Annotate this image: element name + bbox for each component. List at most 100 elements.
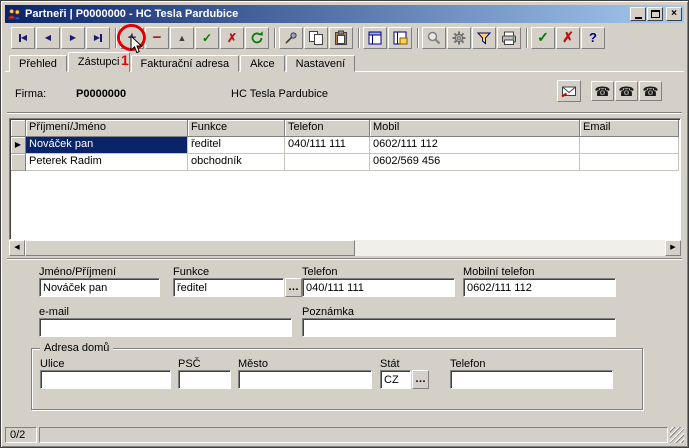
- titlebar[interactable]: Partneři | P0000000 - HC Tesla Pardubice…: [5, 5, 684, 23]
- tab-akce[interactable]: Akce: [240, 55, 284, 72]
- minimize-button[interactable]: [630, 7, 646, 21]
- cancel-record-button[interactable]: ✗: [220, 27, 244, 49]
- stat-input[interactable]: [380, 370, 411, 389]
- ulice-label: Ulice: [40, 358, 64, 370]
- attach-button[interactable]: [279, 27, 303, 49]
- table-row[interactable]: Peterek Radim obchodník 0602/569 456: [11, 154, 679, 171]
- firm-name: HC Tesla Pardubice: [231, 88, 328, 100]
- tab-label: Zástupci: [78, 56, 120, 68]
- delete-minus-icon: −: [153, 32, 162, 44]
- adresa-domu-legend: Adresa domů: [40, 342, 113, 354]
- cell-email[interactable]: [580, 154, 679, 171]
- dial-phone1-button[interactable]: ☎: [591, 81, 614, 101]
- psc-input[interactable]: [178, 370, 231, 389]
- grid-header-row: Příjmení/Jméno Funkce Telefon Mobil Emai…: [11, 120, 679, 137]
- adresa-domu-group: Adresa domů Ulice PSČ Město Stát Telefon…: [31, 348, 643, 410]
- tab-fakturacni-adresa[interactable]: Fakturační adresa: [131, 55, 240, 72]
- next-record-button[interactable]: ▶: [61, 27, 85, 49]
- funkce-lookup-button[interactable]: …: [285, 278, 302, 297]
- telefon-domu-input[interactable]: [450, 370, 613, 389]
- scroll-left-button[interactable]: ◀: [9, 240, 25, 256]
- dial-phone3-button[interactable]: ☎: [639, 81, 662, 101]
- cell-prijmeni[interactable]: Nováček pan: [26, 137, 188, 154]
- cell-telefon[interactable]: [285, 154, 370, 171]
- cell-email[interactable]: [580, 137, 679, 154]
- first-record-icon: ◀: [21, 33, 27, 42]
- close-button[interactable]: ×: [666, 7, 682, 21]
- ellipsis-icon: …: [415, 373, 426, 385]
- maximize-icon: [651, 10, 660, 18]
- tab-prehled[interactable]: Přehled: [9, 55, 67, 72]
- dial-phone2-button[interactable]: ☎: [615, 81, 638, 101]
- tab-label: Přehled: [19, 58, 57, 70]
- zastupci-page: Firma: P0000000 HC Tesla Pardubice ☎ ☎ ☎…: [5, 71, 684, 427]
- horizontal-scrollbar[interactable]: ◀ ▶: [9, 240, 681, 256]
- last-bar-icon: [100, 34, 102, 42]
- cell-funkce[interactable]: ředitel: [188, 137, 285, 154]
- funkce-input[interactable]: [173, 278, 284, 297]
- cell-funkce[interactable]: obchodník: [188, 154, 285, 171]
- prior-record-button[interactable]: ◀: [36, 27, 60, 49]
- poznamka-input[interactable]: [302, 318, 616, 337]
- close-window-button[interactable]: ✗: [556, 27, 580, 49]
- column-header-email: Email: [580, 120, 679, 137]
- filter-button[interactable]: [472, 27, 496, 49]
- firm-code: P0000000: [76, 88, 126, 100]
- ok-button[interactable]: ✓: [531, 27, 555, 49]
- poznamka-label: Poznámka: [302, 306, 354, 318]
- print-button[interactable]: [497, 27, 521, 49]
- post-check-icon: ✓: [202, 31, 212, 45]
- gear-icon: [451, 30, 467, 46]
- tab-nastaveni[interactable]: Nastavení: [286, 55, 356, 72]
- cell-prijmeni[interactable]: Peterek Radim: [26, 154, 188, 171]
- tab-label: Fakturační adresa: [141, 58, 230, 70]
- help-button[interactable]: ?: [581, 27, 605, 49]
- first-record-button[interactable]: ◀: [11, 27, 35, 49]
- maximize-button[interactable]: [647, 7, 663, 21]
- mobil-label: Mobilní telefon: [463, 266, 535, 278]
- categories-book-button[interactable]: [388, 27, 412, 49]
- cell-telefon[interactable]: 040/111 111: [285, 137, 370, 154]
- mobil-input[interactable]: [463, 278, 616, 297]
- contacts-book-button[interactable]: [363, 27, 387, 49]
- send-email-button[interactable]: [557, 80, 581, 102]
- telefon-input[interactable]: [302, 278, 455, 297]
- jmeno-input[interactable]: [39, 278, 160, 297]
- delete-record-button[interactable]: −: [145, 27, 169, 49]
- current-row-indicator: ▶: [11, 137, 26, 154]
- mesto-label: Město: [238, 358, 268, 370]
- separator-line: [7, 112, 682, 114]
- cell-mobil[interactable]: 0602/111 112: [370, 137, 580, 154]
- annotation-step-number: 1: [121, 52, 129, 68]
- column-header-funkce: Funkce: [188, 120, 285, 137]
- insert-record-button[interactable]: +: [120, 27, 144, 49]
- toolbar-separator: [413, 27, 422, 49]
- email-input[interactable]: [39, 318, 292, 337]
- insert-plus-icon: +: [128, 32, 137, 44]
- edit-record-button[interactable]: ▲: [170, 27, 194, 49]
- scrollbar-thumb[interactable]: [25, 240, 355, 256]
- copy-button[interactable]: [304, 27, 328, 49]
- cell-mobil[interactable]: 0602/569 456: [370, 154, 580, 171]
- last-record-button[interactable]: ▶: [86, 27, 110, 49]
- paste-button[interactable]: [329, 27, 353, 49]
- ulice-input[interactable]: [40, 370, 171, 389]
- table-row[interactable]: ▶ Nováček pan ředitel 040/111 111 0602/1…: [11, 137, 679, 154]
- scroll-left-icon: ◀: [14, 244, 19, 251]
- close-icon: ×: [671, 9, 677, 19]
- refresh-button[interactable]: [245, 27, 269, 49]
- refresh-icon: [249, 30, 265, 46]
- close-x-icon: ✗: [562, 29, 574, 46]
- stat-lookup-button[interactable]: …: [412, 370, 429, 389]
- copy-icon: [308, 30, 324, 46]
- settings-button[interactable]: [447, 27, 471, 49]
- email-label: e-mail: [39, 306, 69, 318]
- post-record-button[interactable]: ✓: [195, 27, 219, 49]
- search-button[interactable]: [422, 27, 446, 49]
- size-grip[interactable]: [670, 427, 684, 443]
- prior-record-icon: ◀: [45, 33, 51, 42]
- separator-line: [7, 258, 682, 260]
- scroll-right-button[interactable]: ▶: [665, 240, 681, 256]
- toolbar: ◀ ◀ ▶ ▶ + 1 − ▲ ✓ ✗: [5, 24, 684, 51]
- mesto-input[interactable]: [238, 370, 372, 389]
